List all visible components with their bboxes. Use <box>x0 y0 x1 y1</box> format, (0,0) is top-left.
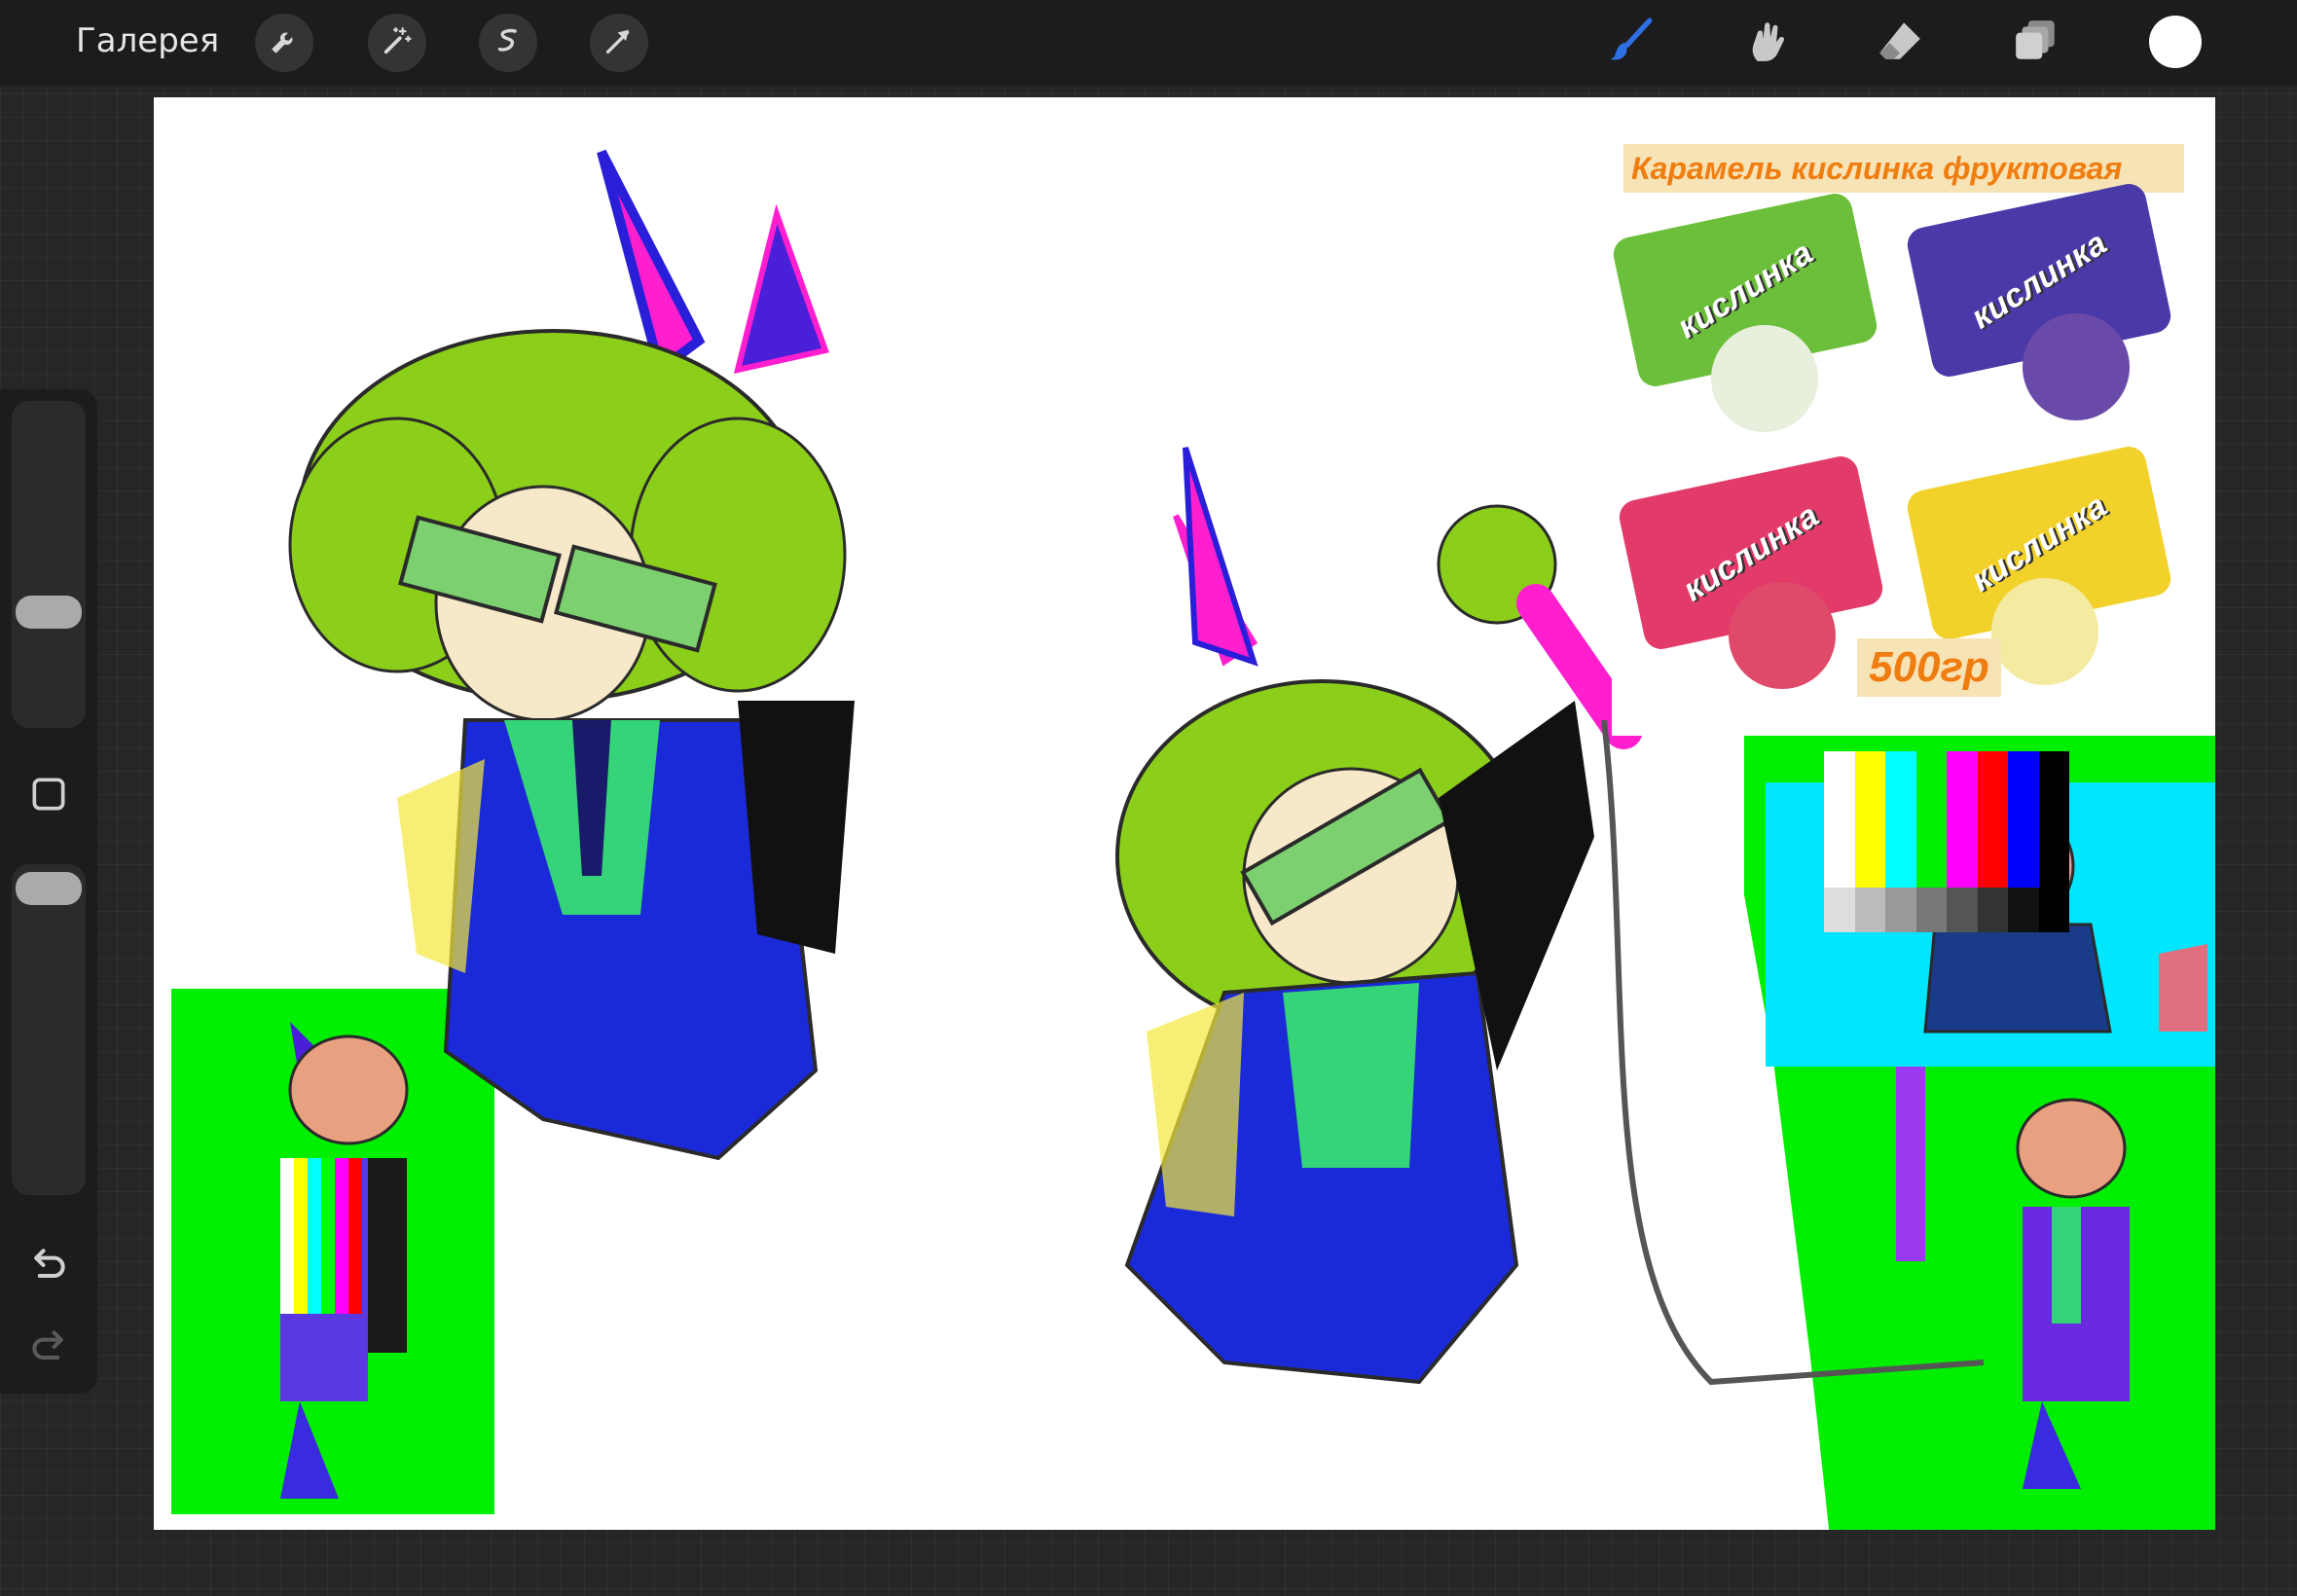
candy-weight-label: 500гр <box>1857 638 2001 697</box>
layers-tool[interactable] <box>2005 14 2067 72</box>
smudge-tool[interactable] <box>1734 14 1797 72</box>
undo-button[interactable] <box>21 1240 76 1294</box>
gallery-button[interactable]: Галерея <box>76 21 219 60</box>
selection-button[interactable] <box>479 14 537 72</box>
adjustments-button[interactable] <box>368 14 426 72</box>
eraser-icon <box>1876 17 1924 70</box>
candy-ball-blueberry <box>2023 313 2130 420</box>
selection-icon <box>492 24 525 62</box>
candy-title: Карамель кислинка фруктовая <box>1623 144 2184 193</box>
left-sidebar <box>0 389 97 1394</box>
opacity-slider[interactable] <box>12 864 86 1195</box>
opacity-thumb[interactable] <box>16 872 82 905</box>
character-left <box>288 149 855 1161</box>
layers-icon <box>2012 17 2060 70</box>
candy-ball-cherry <box>1729 582 1836 689</box>
brush-icon <box>1607 17 1656 70</box>
character-small-left <box>280 1022 409 1499</box>
candy-reference-image: Карамель кислинка фруктовая кислинка кис… <box>1610 97 2215 736</box>
smudge-icon <box>1741 17 1790 70</box>
top-toolbar: Галерея <box>0 0 2297 86</box>
tv-grayscale-bars <box>1824 888 2069 932</box>
redo-button[interactable] <box>21 1322 76 1376</box>
modify-button[interactable] <box>21 769 76 823</box>
redo-icon <box>27 1325 70 1373</box>
color-picker-button[interactable] <box>2149 16 2202 68</box>
candy-ball-pineapple <box>1991 578 2098 685</box>
brush-size-slider[interactable] <box>12 401 86 728</box>
brush-size-thumb[interactable] <box>16 596 82 629</box>
eraser-tool[interactable] <box>1869 14 1931 72</box>
undo-icon <box>27 1244 70 1291</box>
wrench-icon <box>268 24 301 62</box>
magic-wand-icon <box>381 24 414 62</box>
drawing-canvas[interactable]: Карамель кислинка фруктовая кислинка кис… <box>154 97 2215 1530</box>
brush-tool[interactable] <box>1600 14 1662 72</box>
candy-ball-apple <box>1711 325 1818 432</box>
transform-icon <box>602 24 636 62</box>
character-glitch-right <box>1896 1067 2130 1489</box>
actions-button[interactable] <box>255 14 313 72</box>
transform-button[interactable] <box>590 14 648 72</box>
modify-square-icon <box>27 773 70 820</box>
